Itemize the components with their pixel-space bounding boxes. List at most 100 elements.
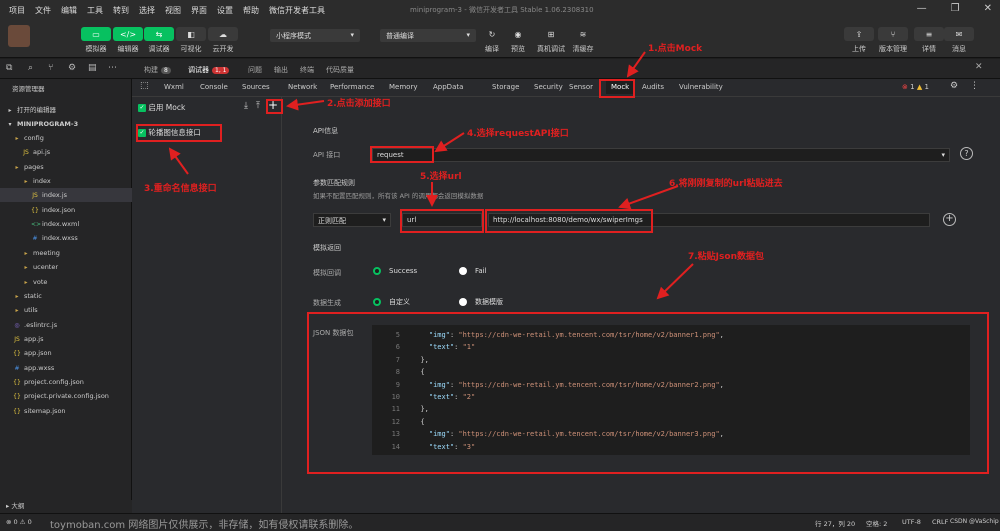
- json-file-icon: {}: [13, 350, 21, 358]
- tab-issues[interactable]: 问题: [248, 65, 262, 75]
- devtools-tab[interactable]: Performance: [330, 83, 374, 91]
- devtools-tab[interactable]: Console: [200, 83, 228, 91]
- toolbar-button[interactable]: ⇪ 上传: [843, 27, 875, 54]
- toolbar-button[interactable]: ☁ 云开发: [207, 27, 239, 54]
- tab-terminal[interactable]: 终端: [300, 65, 314, 75]
- help-icon[interactable]: ?: [960, 147, 973, 160]
- project-section[interactable]: ▾ MINIPROGRAM-3: [0, 117, 132, 131]
- search-icon[interactable]: ⌕: [28, 63, 33, 73]
- file-tree-item[interactable]: JS api.js: [0, 145, 132, 159]
- more-icon[interactable]: ⋯: [108, 63, 117, 73]
- devtools-tab[interactable]: Memory: [389, 83, 417, 91]
- menu-item[interactable]: 选择: [134, 5, 160, 16]
- devtools-tab[interactable]: Audits: [642, 83, 664, 91]
- api-select[interactable]: request ▾: [372, 148, 950, 162]
- toolbar-button[interactable]: ◧ 可视化: [175, 27, 207, 54]
- highlight-json-editor: [307, 312, 989, 474]
- menu-item[interactable]: 转到: [108, 5, 134, 16]
- menu-item[interactable]: 编辑: [56, 5, 82, 16]
- devtools-tab[interactable]: Wxml: [164, 83, 184, 91]
- devtools-tab[interactable]: Network: [288, 83, 317, 91]
- close-icon[interactable]: ✕: [984, 3, 992, 14]
- file-tree-item[interactable]: {} index.json: [0, 203, 132, 217]
- file-tree-item[interactable]: JS index.js: [0, 188, 132, 203]
- toolbar-button[interactable]: ✉ 消息: [943, 27, 975, 54]
- devtools-tab[interactable]: Security: [534, 83, 563, 91]
- devtools-tab[interactable]: Sensor: [569, 83, 593, 91]
- download-icon[interactable]: ⤓: [244, 101, 248, 111]
- menu-item[interactable]: 微信开发者工具: [264, 5, 330, 16]
- file-tree-item[interactable]: # app.wxss: [0, 361, 132, 375]
- compile-select[interactable]: 普通编译 ▾: [380, 29, 476, 42]
- debug-icon[interactable]: ⚙: [68, 63, 76, 73]
- radio-fail[interactable]: Fail: [459, 267, 487, 275]
- tab-code-quality[interactable]: 代码质量: [326, 65, 354, 75]
- extensions-icon[interactable]: ▤: [88, 63, 97, 73]
- tab-build[interactable]: 构建 8: [144, 65, 171, 75]
- more-options-icon[interactable]: ⋮: [970, 81, 979, 91]
- enable-mock-toggle[interactable]: ✓ 启用 Mock: [138, 102, 185, 113]
- devtools-tab[interactable]: Vulnerability: [679, 83, 723, 91]
- encoding[interactable]: UTF-8: [902, 518, 921, 526]
- file-tree-item[interactable]: JS app.js: [0, 332, 132, 346]
- settings-icon[interactable]: ⚙: [950, 81, 958, 91]
- menu-item[interactable]: 视图: [160, 5, 186, 16]
- radio-custom[interactable]: 自定义: [373, 297, 410, 307]
- file-tree-item[interactable]: ▸ config: [0, 131, 132, 145]
- devtools-tab[interactable]: Storage: [492, 83, 519, 91]
- avatar[interactable]: [8, 25, 30, 47]
- file-tree-item[interactable]: ▸ index: [0, 174, 132, 188]
- source-control-icon[interactable]: ⑂: [48, 63, 53, 73]
- file-tree-item[interactable]: {} sitemap.json: [0, 404, 132, 418]
- toolbar-button[interactable]: ⑂ 版本管理: [877, 27, 909, 54]
- eol[interactable]: CRLF: [932, 518, 948, 526]
- menu-item[interactable]: 工具: [82, 5, 108, 16]
- menu-item[interactable]: 帮助: [238, 5, 264, 16]
- menu-item[interactable]: 设置: [212, 5, 238, 16]
- tab-debugger[interactable]: 调试器 1, 1: [188, 65, 230, 75]
- toolbar-button[interactable]: ≋ 清缓存: [567, 27, 599, 54]
- toolbar-button[interactable]: ⊞ 真机调试: [535, 27, 567, 54]
- file-tree-label: index.js: [42, 191, 68, 200]
- match-type-select[interactable]: 正则匹配 ▾: [313, 213, 391, 227]
- file-tree-item[interactable]: ◎ .eslintrc.js: [0, 318, 132, 332]
- tab-output[interactable]: 输出: [274, 65, 288, 75]
- file-tree-item[interactable]: <>index.wxml: [0, 217, 132, 231]
- file-tree-item[interactable]: ▸ pages: [0, 160, 132, 174]
- radio-success[interactable]: Success: [373, 267, 417, 275]
- file-tree-item[interactable]: ▸ meeting: [0, 246, 132, 260]
- file-tree-item[interactable]: # index.wxss: [0, 231, 132, 245]
- minimize-icon[interactable]: —: [917, 3, 927, 14]
- menu-item[interactable]: 界面: [186, 5, 212, 16]
- radio-template[interactable]: 数据模版: [459, 297, 503, 307]
- file-tree-item[interactable]: ▸ static: [0, 289, 132, 303]
- file-tree-item[interactable]: {} project.private.config.json: [0, 389, 132, 403]
- toolbar-button[interactable]: </> 编辑器: [112, 27, 144, 54]
- problems-count[interactable]: ⊗ 0 ⚠ 0: [6, 518, 32, 526]
- devtools-tab[interactable]: Sources: [242, 83, 270, 91]
- add-param-icon[interactable]: +: [943, 213, 956, 226]
- cursor-position[interactable]: 行 27，列 20: [815, 518, 855, 528]
- inspect-icon[interactable]: ⬚: [140, 81, 149, 91]
- menu-item[interactable]: 项目: [4, 5, 30, 16]
- file-tree-item[interactable]: ▸ utils: [0, 303, 132, 317]
- maximize-icon[interactable]: ❐: [951, 3, 960, 14]
- open-editors-section[interactable]: ▸ 打开的编辑器: [0, 103, 132, 117]
- toolbar-button[interactable]: ▭ 模拟器: [80, 27, 112, 54]
- indent-setting[interactable]: 空格: 2: [866, 518, 887, 528]
- outline-section[interactable]: ▸ 大纲: [0, 500, 132, 513]
- file-tree-item[interactable]: ▸ ucenter: [0, 260, 132, 274]
- file-tree-item[interactable]: ▸ vote: [0, 275, 132, 289]
- file-tree-item[interactable]: {} project.config.json: [0, 375, 132, 389]
- devtools-tab[interactable]: AppData: [433, 83, 463, 91]
- wxml-file-icon: <>: [31, 221, 42, 229]
- upload-icon[interactable]: ⤒: [256, 101, 260, 111]
- toolbar-button[interactable]: ◉ 预览: [502, 27, 534, 54]
- panel-close-icon[interactable]: ✕: [975, 62, 983, 72]
- file-tree-item[interactable]: {} app.json: [0, 346, 132, 360]
- toolbar-button[interactable]: ⇆ 调试器: [143, 27, 175, 54]
- menu-item[interactable]: 文件: [30, 5, 56, 16]
- mode-select[interactable]: 小程序模式 ▾: [270, 29, 360, 42]
- files-icon[interactable]: ⧉: [6, 63, 12, 73]
- toolbar-button[interactable]: ≡ 详情: [913, 27, 945, 54]
